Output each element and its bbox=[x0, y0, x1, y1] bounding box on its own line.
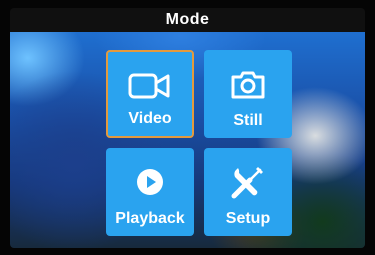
video-mode-label: Video bbox=[128, 110, 172, 127]
camera-screen: Mode Video Still Playback Setup bbox=[10, 8, 365, 248]
setup-mode-label: Setup bbox=[225, 210, 271, 227]
wrench-screwdriver-icon bbox=[204, 164, 292, 200]
still-mode-label: Still bbox=[233, 112, 263, 129]
still-mode-button[interactable]: Still bbox=[204, 50, 292, 138]
device-frame: Mode Video Still Playback Setup bbox=[0, 0, 375, 255]
video-camera-icon bbox=[108, 68, 192, 104]
play-icon bbox=[106, 164, 194, 200]
video-mode-button[interactable]: Video bbox=[106, 50, 194, 138]
setup-mode-button[interactable]: Setup bbox=[204, 148, 292, 236]
photo-camera-icon bbox=[204, 66, 292, 102]
playback-mode-label: Playback bbox=[115, 210, 185, 227]
page-title: Mode bbox=[165, 11, 210, 28]
mode-title-bar: Mode bbox=[10, 8, 365, 32]
playback-mode-button[interactable]: Playback bbox=[106, 148, 194, 236]
